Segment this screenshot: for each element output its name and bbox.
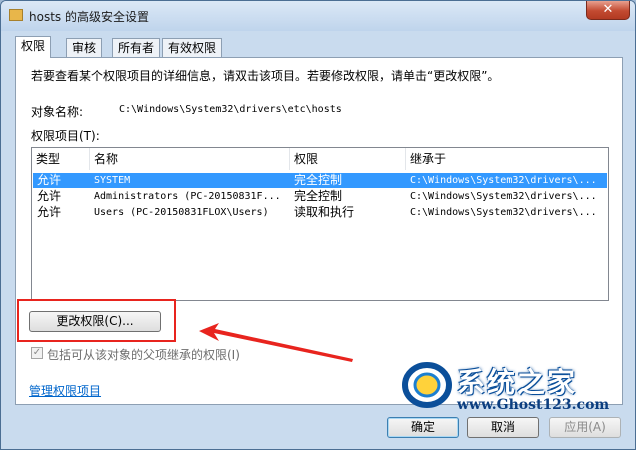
title-bar[interactable]: hosts 的高级安全设置 ✕ — [1, 1, 635, 31]
cell-type: 允许 — [37, 173, 62, 187]
security-dialog-window: hosts 的高级安全设置 ✕ 权限 审核 所有者 有效权限 若要查看某个权限项… — [0, 0, 636, 450]
object-name-value: C:\Windows\System32\drivers\etc\hosts — [119, 104, 342, 115]
cell-inherited-from: C:\Windows\System32\drivers\... — [410, 207, 597, 218]
tab-effective-permissions[interactable]: 有效权限 — [162, 38, 223, 57]
cell-type: 允许 — [37, 205, 62, 219]
ok-button[interactable]: 确定 — [387, 417, 459, 438]
cell-inherited-from: C:\Windows\System32\drivers\... — [410, 191, 597, 202]
watermark: 系统之家 www.Ghost123.com — [401, 357, 635, 421]
cell-name: Administrators (PC-20150831F... — [94, 191, 281, 202]
table-row[interactable]: 允许 Administrators (PC-20150831F... 完全控制 … — [33, 189, 607, 204]
watermark-logo-icon — [402, 362, 452, 408]
inherit-permissions-label: 包括可从该对象的父项继承的权限(I) — [47, 348, 240, 362]
cell-name: Users (PC-20150831FLOX\Users) — [94, 207, 269, 218]
annotation-highlight-box — [17, 299, 176, 342]
apply-button[interactable]: 应用(A) — [549, 417, 621, 438]
permission-entries-label: 权限项目(T): — [31, 129, 100, 143]
table-row[interactable]: 允许 Users (PC-20150831FLOX\Users) 读取和执行 C… — [33, 205, 607, 220]
table-row[interactable]: 允许 SYSTEM 完全控制 C:\Windows\System32\drive… — [33, 173, 607, 188]
inherit-permissions-checkbox[interactable]: ✓ — [31, 347, 43, 359]
cell-permission: 完全控制 — [294, 173, 343, 187]
close-button[interactable]: ✕ — [586, 1, 630, 20]
cell-name: SYSTEM — [94, 175, 131, 186]
manage-permission-entries-link[interactable]: 管理权限项目 — [29, 382, 101, 399]
tab-auditing[interactable]: 审核 — [66, 38, 103, 57]
column-header-type[interactable]: 类型 — [32, 148, 90, 170]
tab-permissions[interactable]: 权限 — [15, 36, 52, 58]
permission-entries-list[interactable]: 类型 名称 权限 继承于 允许 SYSTEM 完全控制 C:\Windows\S… — [31, 147, 609, 301]
column-header-permission[interactable]: 权限 — [290, 148, 406, 170]
object-name-label: 对象名称: — [31, 105, 84, 119]
watermark-url: www.Ghost123.com — [457, 397, 610, 413]
instruction-text: 若要查看某个权限项目的详细信息，请双击该项目。若要修改权限，请单击“更改权限”。 — [31, 69, 500, 83]
watermark-text: 系统之家 — [457, 366, 578, 399]
cell-inherited-from: C:\Windows\System32\drivers\... — [410, 175, 597, 186]
cell-type: 允许 — [37, 189, 62, 203]
column-header-inherited-from[interactable]: 继承于 — [406, 148, 608, 170]
column-header-name[interactable]: 名称 — [90, 148, 290, 170]
window-title: hosts 的高级安全设置 — [29, 10, 149, 24]
cancel-button[interactable]: 取消 — [467, 417, 539, 438]
tab-owner[interactable]: 所有者 — [112, 38, 161, 57]
cell-permission: 读取和执行 — [294, 205, 355, 219]
cell-permission: 完全控制 — [294, 189, 343, 203]
folder-icon — [9, 9, 23, 21]
